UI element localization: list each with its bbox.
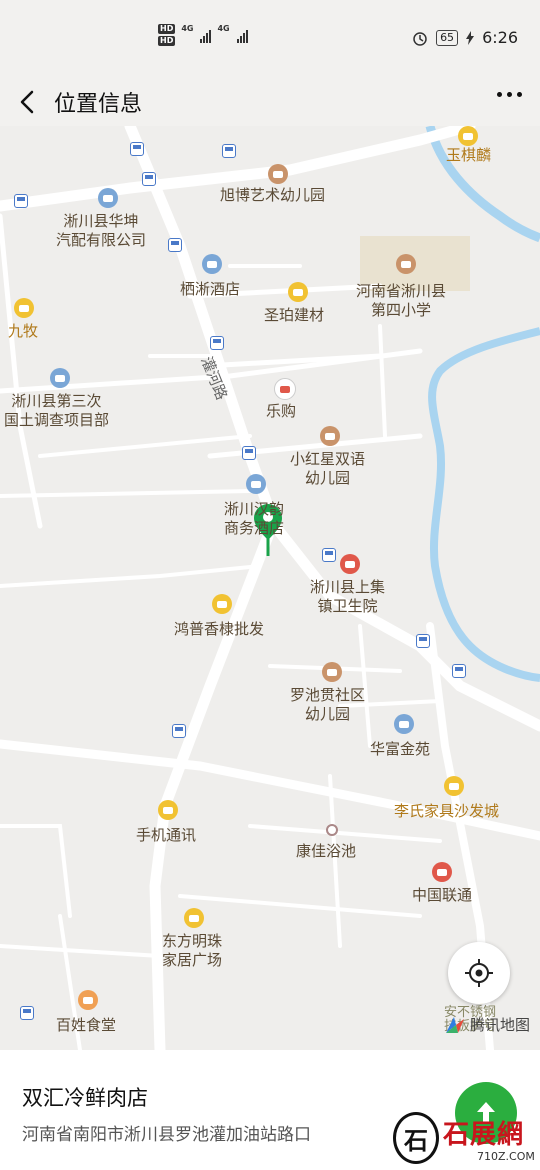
hd-badge: HD	[158, 36, 176, 46]
bus-stop-icon	[172, 724, 186, 738]
watermark-seal: 石	[393, 1112, 439, 1164]
telecom-icon	[432, 862, 452, 882]
bus-stop-icon	[168, 238, 182, 252]
my-location-button[interactable]	[448, 942, 510, 1004]
poi-label[interactable]: 小红星双语 幼儿园	[290, 450, 365, 488]
government-icon	[50, 368, 70, 388]
map-roads	[0, 126, 540, 1050]
back-button[interactable]	[14, 84, 46, 120]
map-provider-name: 腾讯地图	[469, 1016, 530, 1034]
hd-badge: HD	[158, 24, 176, 34]
charging-icon	[466, 30, 475, 45]
poi-label[interactable]: 中国联通	[412, 886, 472, 905]
network-type: 4G	[181, 24, 194, 33]
poi-label[interactable]: 河南省淅川县 第四小学	[356, 282, 446, 320]
supermarket-icon	[274, 378, 296, 400]
clock: 6:26	[482, 28, 518, 47]
signal-icon	[236, 27, 248, 43]
poi-label[interactable]: 罗池贯社区 幼儿园	[290, 686, 365, 724]
school-icon	[322, 662, 342, 682]
poi-label[interactable]: 李氏家具沙发城	[394, 802, 499, 821]
bus-stop-icon	[416, 634, 430, 648]
poi-label[interactable]: 旭博艺术幼儿园	[220, 186, 325, 205]
bus-stop-icon	[210, 336, 224, 350]
restaurant-icon	[78, 990, 98, 1010]
poi-label[interactable]: 手机通讯	[136, 826, 196, 845]
shop-icon	[458, 126, 478, 146]
bus-stop-icon	[322, 548, 336, 562]
poi-label[interactable]: 康佳浴池	[296, 842, 356, 861]
poi-label[interactable]: 东方明珠 家居广场	[162, 932, 222, 970]
watermark-text: 石展網	[443, 1120, 525, 1150]
school-icon	[396, 254, 416, 274]
status-bar: HD HD 4G 4G 65 6:26	[0, 0, 540, 78]
watermark-logo: 石 石展網 710Z.COM	[393, 1112, 540, 1170]
place-name: 双汇冷鲜肉店	[22, 1086, 148, 1110]
signal-icon	[200, 27, 212, 43]
shop-icon	[288, 282, 308, 302]
bus-stop-icon	[14, 194, 28, 208]
poi-label[interactable]: 百姓食堂	[56, 1016, 116, 1035]
bus-stop-icon	[20, 1006, 34, 1020]
bus-stop-icon	[142, 172, 156, 186]
bus-stop-icon	[452, 664, 466, 678]
back-arrow-icon	[20, 90, 34, 114]
map-view[interactable]: 玉棋麟 旭博艺术幼儿园 淅川县华坤 汽配有限公司 栖淅酒店 圣珀建材 河南省淅川…	[0, 126, 540, 1050]
school-icon	[268, 164, 288, 184]
poi-label[interactable]: 淅川县华坤 汽配有限公司	[56, 212, 146, 250]
signal-indicators: HD HD 4G 4G	[158, 24, 248, 46]
network-type: 4G	[217, 24, 230, 33]
bus-stop-icon	[222, 144, 236, 158]
poi-label[interactable]: 淅川县第三次 国土调查项目部	[4, 392, 109, 430]
page-title: 位置信息	[54, 92, 143, 117]
battery-indicator: 65	[436, 29, 459, 46]
place-address: 河南省南阳市淅川县罗池灌加油站路口	[22, 1125, 311, 1145]
watermark-site: 710Z.COM	[477, 1150, 535, 1163]
map-provider-logo: 腾讯地图	[444, 1014, 530, 1035]
alarm-icon	[413, 31, 427, 46]
more-options-button[interactable]	[497, 92, 522, 97]
shop-icon	[212, 594, 232, 614]
poi-label[interactable]: 玉棋麟	[446, 146, 491, 165]
poi-label[interactable]: 九牧	[8, 322, 38, 341]
hospital-icon	[340, 554, 360, 574]
bus-stop-icon	[242, 446, 256, 460]
poi-label[interactable]: 鸿普香棣批发	[174, 620, 264, 639]
poi-label[interactable]: 圣珀建材	[264, 306, 324, 325]
residential-icon	[394, 714, 414, 734]
poi-label[interactable]: 栖淅酒店	[180, 280, 240, 299]
school-icon	[320, 426, 340, 446]
poi-label[interactable]: 华富金苑	[370, 740, 430, 759]
poi-label[interactable]: 淅川县上集 镇卫生院	[310, 578, 385, 616]
shop-icon	[444, 776, 464, 796]
shop-icon	[184, 908, 204, 928]
hotel-icon	[202, 254, 222, 274]
hotel-icon	[246, 474, 266, 494]
poi-label[interactable]: 乐购	[266, 402, 296, 421]
status-right: 65 6:26	[412, 28, 518, 47]
poi-label[interactable]: 淅川汉韵 商务酒店	[224, 500, 284, 538]
bus-stop-icon	[130, 142, 144, 156]
crosshair-icon	[465, 959, 493, 987]
title-bar: 位置信息	[0, 78, 540, 126]
shop-icon	[158, 800, 178, 820]
repair-icon	[98, 188, 118, 208]
dot-icon	[326, 824, 338, 836]
shop-icon	[14, 298, 34, 318]
tencent-map-icon	[445, 1016, 464, 1033]
